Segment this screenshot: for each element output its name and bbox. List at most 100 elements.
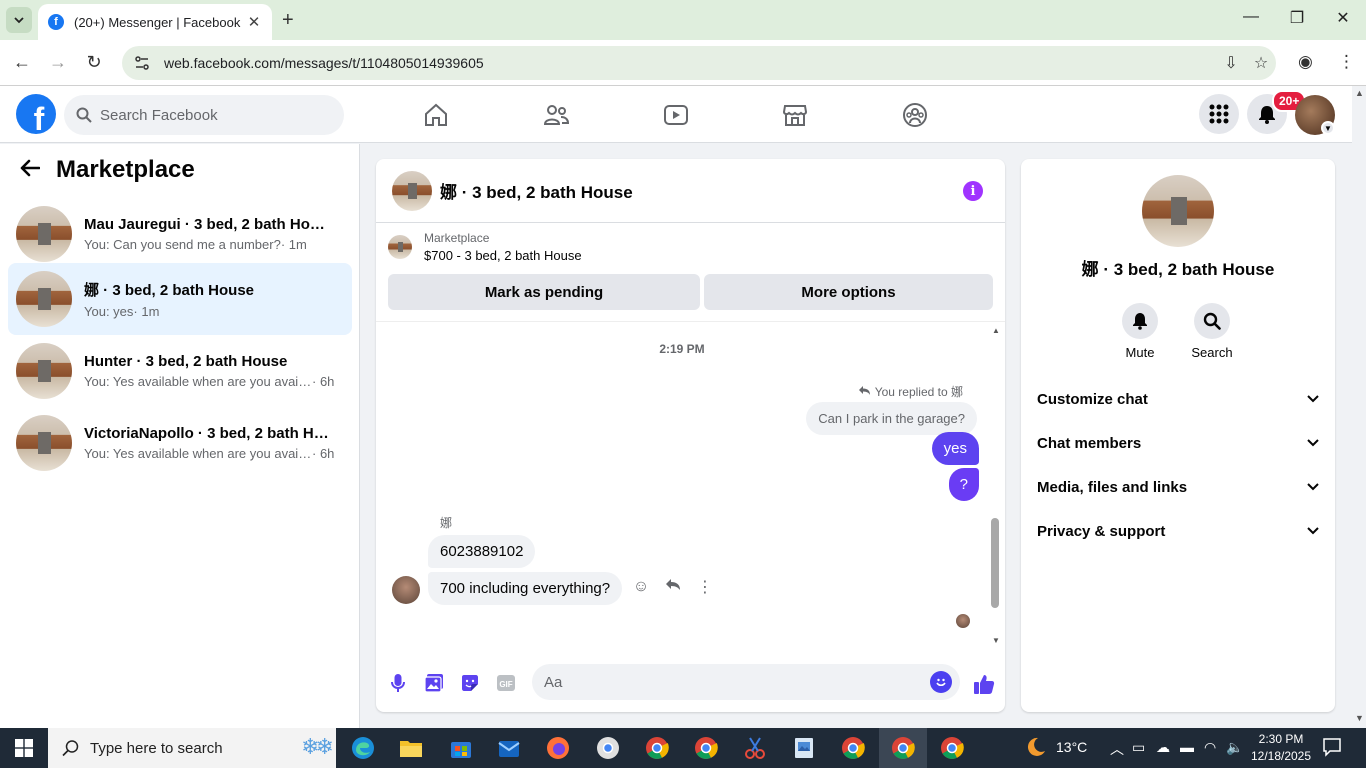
bookmark-star-icon[interactable]: ☆ [1246,53,1276,73]
gif-icon[interactable]: GIF [495,672,517,694]
facebook-search-box[interactable] [64,95,344,135]
outgoing-message[interactable]: yes [931,432,979,465]
sender-avatar[interactable] [392,576,420,604]
listing-summary[interactable]: Marketplace $700 - 3 bed, 2 bath House [388,231,582,263]
photo-icon[interactable] [423,672,445,694]
account-caret-icon[interactable]: ▼ [1321,121,1335,135]
clock-date: 12/18/2025 [1250,749,1312,763]
scroll-down-icon[interactable]: ▼ [992,636,1000,645]
media-files-links-section[interactable]: Media, files and links [1037,475,1319,499]
mute-button[interactable]: Mute [1110,303,1170,360]
edge-icon[interactable] [348,733,378,763]
home-icon[interactable] [421,100,451,130]
meet-now-icon[interactable]: ▭ [1132,739,1145,756]
conversation-item[interactable]: Mau Jauregui · 3 bed, 2 bath House You: … [8,198,352,270]
incoming-message[interactable]: 700 including everything? [428,572,623,605]
conversation-item[interactable]: Hunter · 3 bed, 2 bath House You: Yes av… [8,335,352,407]
reload-button[interactable]: ↻ [82,52,106,73]
info-icon[interactable]: i [963,181,983,201]
groups-icon[interactable] [900,100,930,130]
scroll-up-icon[interactable]: ▲ [992,326,1000,335]
menu-kebab-icon[interactable]: ⋮ [1338,52,1355,72]
address-bar-row: ← → ↻ web.facebook.com/messages/t/110480… [0,40,1366,86]
section-label: Privacy & support [1037,522,1166,540]
friends-icon[interactable] [541,100,571,130]
search-input[interactable] [100,106,320,124]
chevron-down-icon [1307,480,1319,494]
sticker-icon[interactable] [459,672,481,694]
message-input[interactable] [544,673,914,691]
chrome-icon[interactable] [838,733,868,763]
forward-button[interactable]: → [46,52,70,73]
install-app-icon[interactable]: ⇩ [1216,53,1246,73]
temperature-text[interactable]: 13°C [1056,739,1087,755]
sidebar-header: Marketplace [20,156,195,184]
store-icon[interactable] [446,733,476,763]
incoming-message[interactable]: 6023889102 [428,535,536,568]
facebook-logo[interactable]: f [16,94,56,134]
wifi-icon[interactable]: ◠ [1204,739,1216,756]
react-emoji-icon[interactable]: ☺ [632,578,650,596]
weather-icon[interactable] [1024,735,1048,762]
chat-members-section[interactable]: Chat members [1037,431,1319,455]
notification-center-icon[interactable] [1322,737,1342,760]
scroll-up-icon[interactable]: ▲ [1355,88,1364,98]
marketplace-icon[interactable] [780,100,810,130]
customize-chat-section[interactable]: Customize chat [1037,387,1319,411]
photos-icon[interactable] [789,733,819,763]
minimize-button[interactable]: — [1228,8,1274,26]
more-actions-icon[interactable]: ⋮ [696,577,714,597]
chat-listing-thumbnail[interactable] [392,170,432,211]
firefox-icon[interactable] [543,733,573,763]
conversation-item-active[interactable]: 娜 · 3 bed, 2 bath House You: yes · 1m [8,263,352,335]
snipping-tool-icon[interactable] [740,733,770,763]
chrome-icon[interactable] [642,733,672,763]
browser-tab[interactable]: f (20+) Messenger | Facebook ✕ [38,4,272,40]
system-clock[interactable]: 2:30 PM 12/18/2025 [1246,731,1316,765]
close-tab-icon[interactable]: ✕ [246,13,262,31]
battery-icon[interactable]: ▬ [1180,739,1194,755]
more-options-button[interactable]: More options [704,274,993,310]
chrome-profile-icon[interactable] [593,733,623,763]
details-listing-thumbnail[interactable] [1142,175,1214,247]
url-text[interactable]: web.facebook.com/messages/t/110480501493… [164,55,1216,71]
chat-title[interactable]: 娜 · 3 bed, 2 bath House [440,178,633,203]
chrome-icon[interactable] [937,733,967,763]
taskbar-search-box[interactable]: Type here to search ❄❄ [48,728,336,768]
volume-icon[interactable]: 🔈 [1226,739,1243,756]
site-info-icon[interactable] [134,55,150,71]
scroll-thumb[interactable] [991,518,999,608]
mail-icon[interactable] [494,733,524,763]
page-scrollbar[interactable]: ▲ ▼ [1352,86,1366,728]
microphone-icon[interactable] [387,672,409,694]
thread-scrollbar[interactable]: ▲ ▼ [988,322,1004,652]
cloud-offline-icon[interactable]: ☁ [1156,739,1170,756]
windows-start-button[interactable] [0,728,48,768]
outgoing-message[interactable]: ? [948,468,979,501]
back-arrow-icon[interactable] [20,157,41,183]
show-hidden-icons-icon[interactable]: ︿ [1110,739,1124,759]
reply-icon[interactable] [664,578,682,596]
tab-search-button[interactable] [6,7,32,33]
new-tab-button[interactable]: + [282,9,294,32]
privacy-support-section[interactable]: Privacy & support [1037,519,1319,543]
close-window-button[interactable]: ✕ [1320,8,1366,28]
search-in-conversation-button[interactable]: Search [1182,303,1242,360]
emoji-icon[interactable] [930,671,952,693]
chrome-icon[interactable] [691,733,721,763]
file-explorer-icon[interactable] [396,733,426,763]
scroll-down-icon[interactable]: ▼ [1355,713,1364,723]
quoted-message[interactable]: Can I park in the garage? [806,402,977,435]
thumbs-up-icon[interactable] [972,672,996,696]
restore-button[interactable]: ❐ [1274,8,1320,28]
mark-as-pending-button[interactable]: Mark as pending [388,274,700,310]
omnibox[interactable]: web.facebook.com/messages/t/110480501493… [122,46,1276,80]
back-button[interactable]: ← [10,52,34,73]
video-icon[interactable] [661,100,691,130]
conversation-item[interactable]: VictoriaNapollo · 3 bed, 2 bath House Yo… [8,407,352,479]
apps-menu-button[interactable] [1199,94,1239,134]
profile-icon[interactable]: ◉ [1298,52,1313,72]
chrome-active-icon[interactable] [888,733,918,763]
message-input-box[interactable] [532,664,960,700]
marketplace-label: Marketplace [424,231,490,245]
